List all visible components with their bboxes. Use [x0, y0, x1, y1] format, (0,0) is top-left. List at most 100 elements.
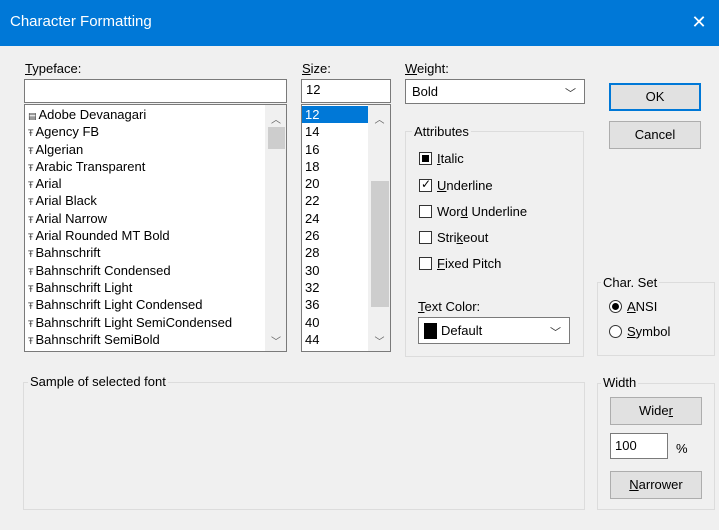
text-color-value: Default [441, 323, 483, 338]
font-type-icon: Ŧ [28, 214, 34, 225]
scroll-down-icon[interactable]: ﹀ [369, 333, 390, 348]
size-list-item[interactable]: 14 [302, 123, 368, 140]
typeface-label: Typeface: [25, 61, 82, 76]
typeface-name: Bahnschrift Condensed [35, 262, 171, 278]
wider-button[interactable]: Wider [610, 397, 702, 425]
italic-label: Italic [437, 151, 464, 166]
strikeout-checkbox[interactable]: Strikeout [419, 230, 579, 248]
size-list-item[interactable]: 22 [302, 192, 368, 209]
close-icon[interactable]: ✕ [687, 10, 711, 34]
font-type-icon: Ŧ [28, 162, 34, 173]
size-list-item[interactable]: 40 [302, 314, 368, 331]
size-list-item[interactable]: 26 [302, 227, 368, 244]
typeface-list-item[interactable]: Ŧ Bahnschrift Light [25, 279, 265, 296]
typeface-list-item[interactable]: Ŧ Arial Black [25, 192, 265, 209]
font-type-icon: Ŧ [28, 128, 34, 139]
text-color-select[interactable]: Default ﹀ [418, 317, 570, 344]
radio-dot [612, 303, 619, 310]
size-list-item[interactable]: 12 [302, 106, 368, 124]
italic-check-box[interactable] [419, 152, 432, 165]
typeface-list-item[interactable]: Ŧ Arial [25, 175, 265, 192]
chevron-down-icon: ﹀ [565, 88, 576, 100]
typeface-list-item[interactable]: Ŧ Arial Narrow [25, 210, 265, 227]
weight-select[interactable]: Bold ﹀ [405, 79, 585, 104]
attributes-label: Attributes [412, 124, 471, 139]
size-list-item[interactable]: 20 [302, 175, 368, 192]
narrower-button[interactable]: Narrower [610, 471, 702, 499]
word-underline-check-box[interactable] [419, 205, 432, 218]
word-underline-label: Word Underline [437, 204, 528, 219]
font-type-icon: Ŧ [28, 335, 34, 346]
typeface-name: Bahnschrift SemiBold [35, 331, 160, 347]
checkmark-icon: ✓ [421, 177, 432, 191]
ansi-radio-button[interactable] [609, 300, 622, 313]
underline-label: Underline [437, 178, 493, 193]
size-list-item[interactable]: 32 [302, 279, 368, 296]
chevron-down-icon: ﹀ [550, 327, 561, 339]
size-list[interactable]: 12 14 16 18 20 22 24 26 28 30 32 36 40 44 ︿ ﹀ [301, 104, 391, 352]
typeface-name: Bahnschrift Light [35, 279, 133, 295]
typeface-name: Arial Narrow [35, 210, 108, 226]
symbol-radio[interactable]: Symbol [609, 324, 699, 342]
size-list-item[interactable]: 18 [302, 158, 368, 175]
charset-group [597, 282, 715, 356]
font-type-icon: Ŧ [28, 145, 34, 156]
size-input[interactable]: 12 [301, 79, 391, 103]
typeface-list-item[interactable]: Ŧ Bahnschrift Light Condensed [25, 296, 265, 313]
size-list-item[interactable]: 44 [302, 331, 368, 348]
typeface-input[interactable] [24, 79, 287, 103]
symbol-label: Symbol [627, 324, 671, 339]
typeface-list-item[interactable]: Ŧ Bahnschrift Light SemiCondensed [25, 314, 265, 331]
typeface-list-item[interactable]: Ŧ Arabic Transparent [25, 158, 265, 175]
size-list-item[interactable]: 28 [302, 244, 368, 261]
typeface-name: Algerian [35, 141, 84, 157]
typeface-name: Arial Rounded MT Bold [35, 228, 170, 244]
scroll-up-icon[interactable]: ︿ [266, 111, 286, 126]
typeface-list-item[interactable]: Ŧ Bahnschrift Condensed [25, 262, 265, 279]
font-type-icon: Ŧ [28, 249, 34, 260]
typeface-name: Bahnschrift Light Condensed [35, 297, 203, 313]
scroll-down-icon[interactable]: ﹀ [266, 333, 286, 348]
size-label: Size: [302, 61, 331, 76]
size-list-item[interactable]: 36 [302, 296, 368, 313]
typeface-name: Agency FB [35, 124, 100, 140]
font-type-icon: Ŧ [28, 180, 34, 191]
ok-button[interactable]: OK [609, 83, 701, 111]
size-list-item[interactable]: 30 [302, 262, 368, 279]
fixed-pitch-check-box[interactable] [419, 257, 432, 270]
italic-checkbox[interactable]: Italic [419, 151, 579, 169]
fixed-pitch-checkbox[interactable]: Fixed Pitch [419, 256, 579, 274]
size-list-item[interactable]: 24 [302, 210, 368, 227]
cancel-button[interactable]: Cancel [609, 121, 701, 149]
typeface-list-item[interactable]: Ŧ Bahnschrift [25, 244, 265, 261]
typeface-name: Bahnschrift [35, 245, 101, 261]
typeface-list-item[interactable]: Ŧ Agency FB [25, 123, 265, 140]
typeface-list-item[interactable]: Ŧ Bahnschrift SemiBold [25, 331, 265, 348]
ansi-radio[interactable]: ANSI [609, 299, 699, 317]
underline-checkbox[interactable]: ✓ Underline [419, 177, 579, 196]
strikeout-label: Strikeout [437, 230, 489, 245]
width-input[interactable]: 100 [610, 433, 668, 459]
word-underline-checkbox[interactable]: Word Underline [419, 204, 579, 222]
color-swatch [424, 323, 437, 339]
sample-label: Sample of selected font [28, 374, 168, 389]
size-scroll-thumb[interactable] [371, 181, 389, 307]
ansi-label: ANSI [627, 299, 658, 314]
scroll-up-icon[interactable]: ︿ [369, 111, 390, 126]
typeface-list-item[interactable]: ▤ Adobe Devanagari [25, 106, 265, 123]
typeface-name: Adobe Devanagari [38, 107, 147, 122]
sample-group [23, 382, 585, 510]
size-list-item[interactable]: 16 [302, 141, 368, 158]
typeface-list[interactable]: ▤ Adobe Devanagari Ŧ Agency FB Ŧ Algerian Ŧ Ara… [24, 104, 287, 352]
weight-label: Weight: [405, 61, 449, 76]
typeface-list-item[interactable]: Ŧ Algerian [25, 141, 265, 158]
typeface-list-item[interactable]: Ŧ Arial Rounded MT Bold [25, 227, 265, 244]
typeface-scrollbar[interactable]: ︿ ﹀ [265, 105, 286, 351]
strikeout-check-box[interactable] [419, 231, 432, 244]
fixed-pitch-label: Fixed Pitch [437, 256, 502, 271]
typeface-scroll-thumb[interactable] [268, 127, 285, 149]
text-color-label: Text Color: [418, 299, 481, 314]
symbol-radio-button[interactable] [609, 325, 622, 338]
underline-check-box[interactable]: ✓ [419, 177, 432, 192]
size-scrollbar[interactable]: ︿ ﹀ [368, 105, 390, 351]
